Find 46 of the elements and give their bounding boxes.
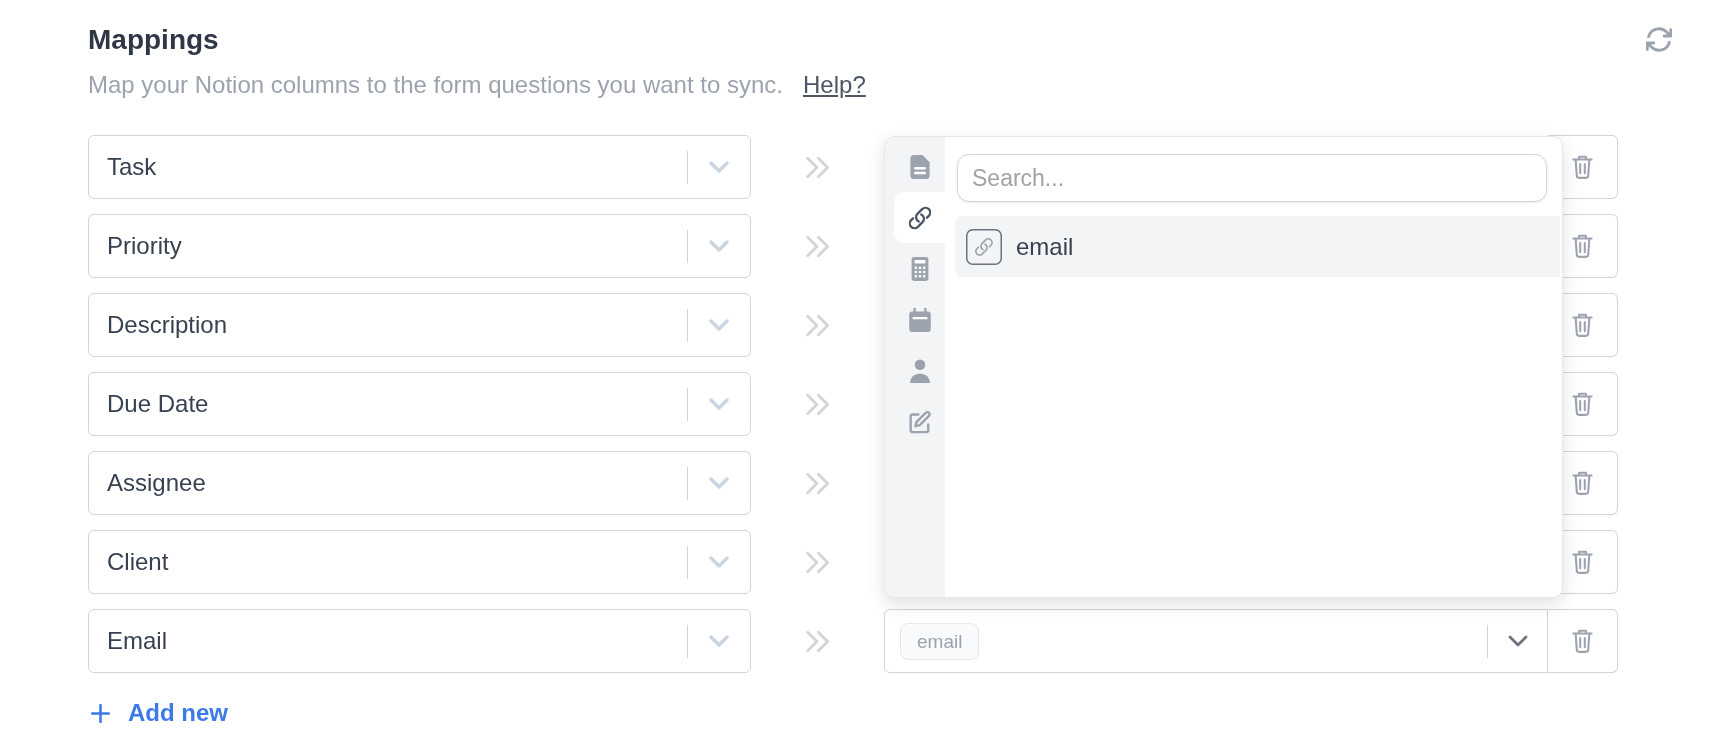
calendar-icon [908, 307, 931, 332]
column-select[interactable]: Email [88, 609, 751, 673]
column-select[interactable]: Task [88, 135, 751, 199]
help-link[interactable]: Help? [803, 69, 866, 101]
chevron-down-icon [709, 161, 729, 173]
chevron-down-icon [709, 477, 729, 489]
chevron-down-icon [709, 398, 729, 410]
chevron-down-icon [709, 635, 729, 647]
add-new-button[interactable]: Add new [88, 697, 228, 729]
double-chevron-icon [805, 471, 830, 495]
trash-icon [1572, 155, 1593, 179]
value-tag: email [900, 622, 980, 660]
trash-icon [1572, 629, 1593, 653]
chevron-down-icon [709, 556, 729, 568]
category-tab[interactable] [894, 192, 945, 243]
plus-icon [91, 703, 110, 723]
refresh-icon[interactable] [1646, 26, 1672, 53]
chevron-down-icon [709, 240, 729, 252]
chevron-down-icon [1507, 635, 1528, 647]
dropdown-option[interactable]: email [955, 216, 1560, 277]
trash-icon [1572, 313, 1593, 337]
double-chevron-icon [805, 313, 830, 337]
double-chevron-icon [805, 155, 830, 179]
trash-icon [1572, 234, 1593, 258]
double-chevron-icon [805, 550, 830, 574]
person-icon [908, 358, 931, 383]
link-icon [908, 205, 931, 230]
column-select[interactable]: Priority [88, 214, 751, 278]
link-icon [966, 228, 1002, 265]
double-chevron-icon [805, 629, 830, 653]
chevron-down-icon [709, 319, 729, 331]
section-title: Mappings [88, 23, 220, 57]
document-icon [908, 154, 931, 179]
column-select[interactable]: Description [88, 293, 751, 357]
column-select[interactable]: Client [88, 530, 751, 594]
column-select[interactable]: Assignee [88, 451, 751, 515]
edit-icon [908, 409, 931, 434]
description-text: Map your Notion columns to the form questions you want to sync. [88, 70, 783, 100]
search-field[interactable]: Search... [957, 154, 1547, 202]
trash-icon [1572, 471, 1593, 495]
double-chevron-icon [805, 392, 830, 416]
column-select[interactable]: Due Date [88, 372, 751, 436]
trash-icon [1572, 392, 1593, 416]
double-chevron-icon [805, 234, 830, 258]
trash-icon [1572, 550, 1593, 574]
delete-button[interactable] [1548, 609, 1618, 673]
